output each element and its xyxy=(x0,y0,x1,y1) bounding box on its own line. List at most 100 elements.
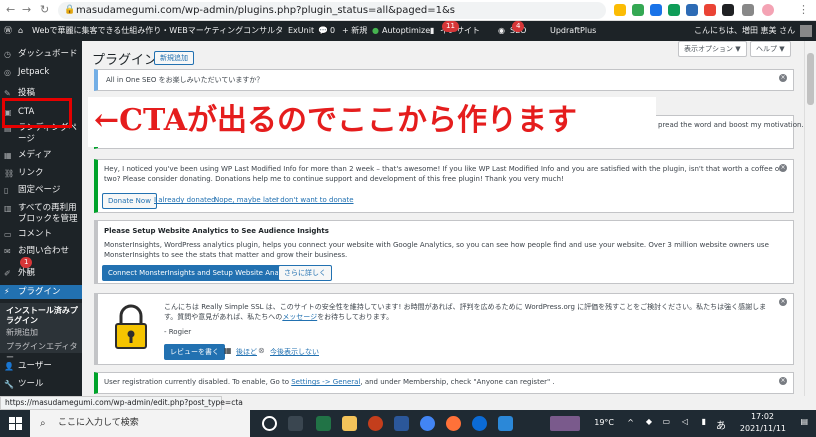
notice-mi-title: Please Setup Website Analytics to See Au… xyxy=(104,227,329,235)
submenu-plugin-editor[interactable]: プラグインエディター xyxy=(0,341,82,363)
site-name[interactable]: Webで華麗に集客できる仕組み作り・WEBマーケティングコンサルタント増田恵美 xyxy=(32,21,284,41)
weather-temp[interactable]: 19°C xyxy=(594,418,614,427)
page-scrollbar[interactable] xyxy=(804,41,816,396)
address-url: masudamegumi.com/wp-admin/plugins.php?pl… xyxy=(76,5,455,16)
zoom-icon[interactable] xyxy=(472,416,487,431)
extension-icon[interactable] xyxy=(650,4,662,16)
file-explorer-icon[interactable] xyxy=(342,416,357,431)
write-review-button[interactable]: レビューを書く xyxy=(164,344,225,360)
dashboard-icon: ◷ xyxy=(4,50,11,59)
notice-rsssl-sign: - Rogier xyxy=(164,328,192,336)
reusable-icon: ▥ xyxy=(4,204,12,213)
annotation-text: ←CTAが出るのでここから作ります xyxy=(94,103,577,138)
sidebar-item-media[interactable]: ▦ メディア xyxy=(0,150,82,161)
settings-general-link[interactable]: Settings -> General xyxy=(291,378,360,386)
puzzle-icon[interactable] xyxy=(742,4,754,16)
new-content-link[interactable]: + 新規 xyxy=(342,21,367,41)
media-icon: ▦ xyxy=(4,151,12,160)
wp-logo-icon[interactable]: Ⓦ xyxy=(4,21,12,41)
home-icon[interactable]: ⌂ xyxy=(18,21,23,41)
search-icon: ⌕ xyxy=(40,418,46,429)
extension-icon[interactable] xyxy=(686,4,698,16)
address-bar[interactable]: 🔒 masudamegumi.com/wp-admin/plugins.php?… xyxy=(58,2,606,19)
screen-options-button[interactable]: 表示オプション ▼ xyxy=(678,41,747,57)
add-new-button[interactable]: 新規追加 xyxy=(154,51,194,65)
close-icon[interactable]: × xyxy=(779,74,787,82)
back-icon[interactable]: ← xyxy=(6,3,15,16)
sidebar-item-tools[interactable]: 🔧 ツール xyxy=(0,379,82,390)
battery-icon[interactable]: ▮ xyxy=(702,417,706,426)
jetpack-icon: ◎ xyxy=(4,68,11,77)
sidebar-item-jetpack[interactable]: ◎ Jetpack xyxy=(0,67,82,78)
extension-icon[interactable] xyxy=(704,4,716,16)
sidebar-item-contact[interactable]: ✉ お問い合わせ1 xyxy=(0,246,82,268)
extension-icon[interactable] xyxy=(722,4,734,16)
comment-icon: ▭ xyxy=(4,230,12,239)
drive-icon[interactable] xyxy=(614,4,626,16)
chevron-up-icon[interactable]: ^ xyxy=(627,418,634,427)
clock-date[interactable]: 2021/11/11 xyxy=(740,424,786,433)
maybe-later-link[interactable]: Nope, maybe later xyxy=(214,196,279,204)
scrollbar-thumb[interactable] xyxy=(807,53,814,105)
sidebar-item-users[interactable]: 👤 ユーザー xyxy=(0,361,82,372)
word-icon[interactable] xyxy=(394,416,409,431)
submenu-add-new[interactable]: 新規追加 xyxy=(0,327,82,338)
sidebar-item-links[interactable]: ⛓ リンク xyxy=(0,168,82,179)
donate-now-button[interactable]: Donate Now xyxy=(102,193,157,209)
sidebar-item-reusable[interactable]: ▥ すべての再利用ブロックを管理 xyxy=(0,203,82,225)
learn-more-button[interactable]: さらに詳しく xyxy=(278,265,332,281)
reload-icon[interactable]: ↻ xyxy=(40,3,49,16)
admin-sidebar: ◷ ダッシュボード ◎ Jetpack ✎ 投稿 ▣ CTA ▤ ランディングページ ▦ メ… xyxy=(0,41,82,396)
sidebar-item-plugins[interactable]: ⚡ プラグイン xyxy=(0,285,82,299)
onedrive-icon[interactable] xyxy=(498,416,513,431)
page-icon: ▯ xyxy=(4,186,9,195)
notice-last-modified-text: Hey, I noticed you've been using WP Last… xyxy=(104,165,783,183)
notification-icon[interactable]: ▤ xyxy=(800,417,808,426)
user-icon: 👤 xyxy=(4,362,14,371)
notice-mi-text: MonsterInsights, WordPress analytics plu… xyxy=(104,241,769,259)
windows-start-icon[interactable] xyxy=(9,417,22,430)
avatar[interactable] xyxy=(800,25,812,37)
volume-icon[interactable]: ◁ xyxy=(682,417,688,426)
close-icon[interactable]: × xyxy=(779,298,787,306)
sidebar-item-dashboard[interactable]: ◷ ダッシュボード xyxy=(0,49,82,60)
close-icon[interactable]: × xyxy=(779,164,787,172)
connect-monsterinsights-button[interactable]: Connect MonsterInsights and Setup Websit… xyxy=(102,265,304,281)
clock-time[interactable]: 17:02 xyxy=(751,412,774,421)
extension-icon[interactable] xyxy=(632,4,644,16)
exunit-link[interactable]: ExUnit xyxy=(288,21,314,41)
taskbar-search-input[interactable]: ⌕ ここに入力して検索 xyxy=(30,410,250,437)
notice-last-modified: Hey, I noticed you've been using WP Last… xyxy=(94,159,794,213)
app-tray-icon[interactable]: ◆ xyxy=(646,417,652,426)
weather-widget-icon[interactable] xyxy=(550,416,580,431)
never-show-link[interactable]: 今後表示しない xyxy=(270,347,319,357)
comments-icon[interactable]: 💬 xyxy=(318,21,328,41)
main-content: プラグイン 新規追加 表示オプション ▼ ヘルプ ▼ All in One SE… xyxy=(82,41,804,396)
submenu-installed-plugins[interactable]: インストール済みプラグイン xyxy=(0,306,82,326)
autoptimize-link[interactable]: Autoptimize xyxy=(382,21,430,41)
ime-indicator[interactable]: あ xyxy=(716,417,726,432)
updraft-link[interactable]: UpdraftPlus xyxy=(550,21,596,41)
firefox-icon[interactable] xyxy=(446,416,461,431)
comments-count[interactable]: 0 xyxy=(330,21,335,41)
account-greeting[interactable]: こんにちは、増田 恵美 さん xyxy=(694,21,795,41)
help-button[interactable]: ヘルプ ▼ xyxy=(750,41,791,57)
later-link[interactable]: 後ほど xyxy=(236,347,257,357)
extension-icon[interactable] xyxy=(668,4,680,16)
already-donated-link[interactable]: I already donated xyxy=(154,196,216,204)
forward-icon[interactable]: → xyxy=(22,3,31,16)
sidebar-item-appearance[interactable]: ✐ 外観 xyxy=(0,268,82,279)
network-icon[interactable]: ▭ xyxy=(662,417,670,426)
dont-donate-link[interactable]: I don't want to donate xyxy=(276,196,354,204)
profile-avatar[interactable] xyxy=(762,4,774,16)
close-icon[interactable]: × xyxy=(779,377,787,385)
menu-icon[interactable]: ⋮ xyxy=(798,3,809,16)
sidebar-item-pages[interactable]: ▯ 固定ページ xyxy=(0,185,82,196)
task-view-icon[interactable] xyxy=(288,416,303,431)
sidebar-item-comments[interactable]: ▭ コメント xyxy=(0,229,82,240)
message-link[interactable]: メッセージ xyxy=(282,313,317,321)
chrome-icon[interactable] xyxy=(420,416,435,431)
powerpoint-icon[interactable] xyxy=(368,416,383,431)
excel-icon[interactable] xyxy=(316,416,331,431)
cortana-icon[interactable] xyxy=(262,416,277,431)
